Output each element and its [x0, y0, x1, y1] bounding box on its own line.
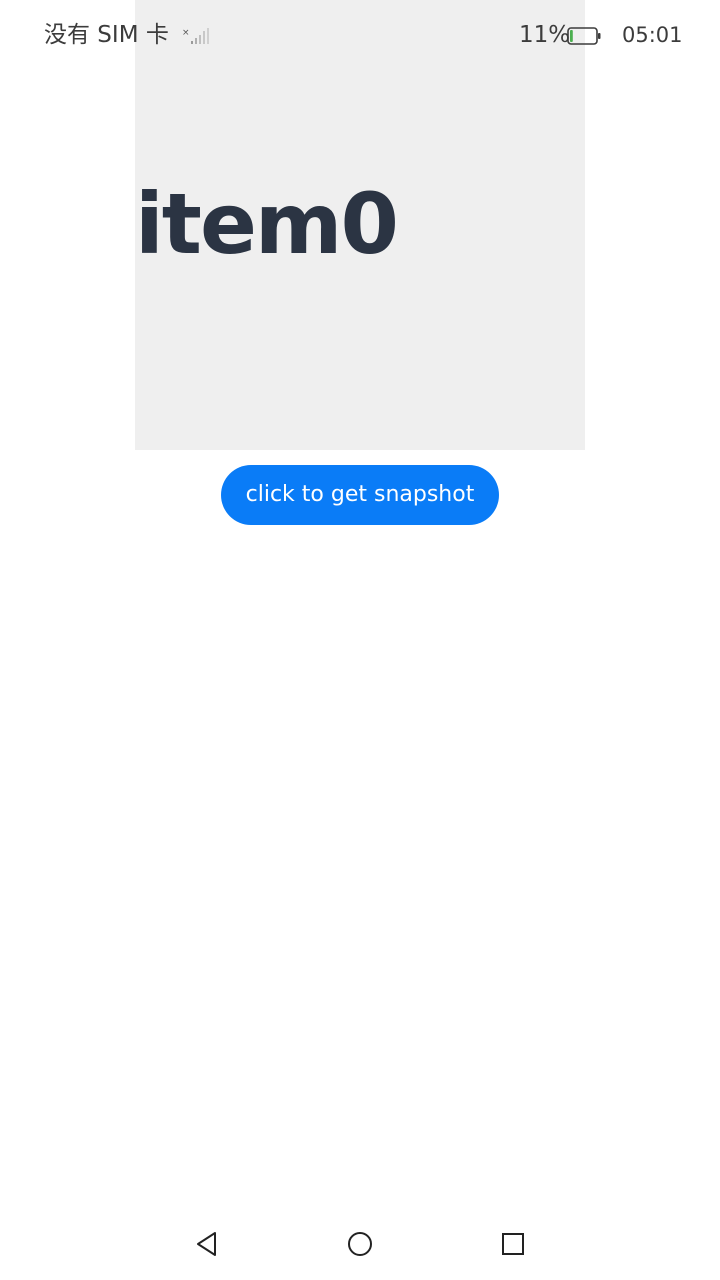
back-button[interactable]: [187, 1224, 227, 1264]
status-bar: 没有 SIM 卡 × 11% 05:01: [0, 0, 720, 72]
battery-low-icon: [567, 26, 601, 46]
clock: 05:01: [622, 23, 683, 47]
recents-square-icon: [502, 1233, 524, 1255]
home-circle-icon: [348, 1232, 372, 1256]
no-signal-icon: ×: [182, 26, 210, 46]
screen: item0 没有 SIM 卡 × 11% 05:01 click to get …: [0, 0, 720, 1280]
recents-button[interactable]: [493, 1224, 533, 1264]
item-label: item0: [135, 175, 399, 273]
get-snapshot-button[interactable]: click to get snapshot: [221, 465, 499, 525]
home-button[interactable]: [340, 1224, 380, 1264]
carrier-label: 没有 SIM 卡: [44, 22, 169, 48]
back-triangle-icon: [197, 1232, 216, 1256]
navigation-bar: [0, 1208, 720, 1280]
battery-percent: 11%: [519, 22, 571, 48]
svg-text:×: ×: [182, 28, 190, 38]
